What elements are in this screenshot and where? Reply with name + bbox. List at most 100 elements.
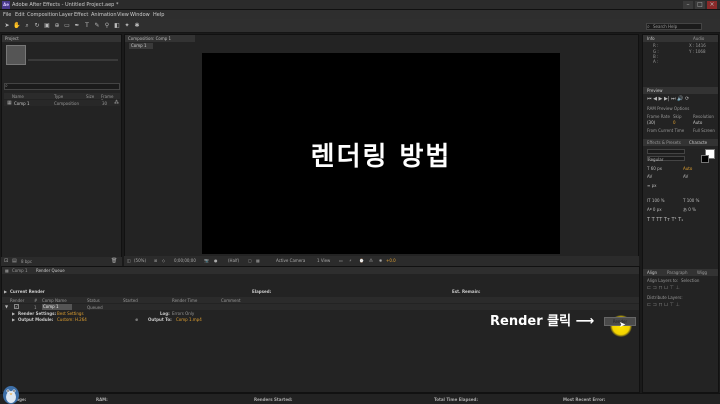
distribute-buttons-icon[interactable]: ⊏ ⊐ ⊓ ⊔ ⊤ ⊥ [647, 302, 680, 308]
column-name[interactable]: Name [12, 94, 24, 99]
timeline-icon[interactable]: ⌚ [359, 258, 364, 263]
queue-item-comp[interactable]: Comp 1 [42, 304, 72, 310]
audio-tab[interactable]: Audio [693, 36, 704, 41]
column-started[interactable]: Started [123, 298, 138, 303]
output-to-value[interactable]: Comp 1.mp4 [176, 317, 202, 322]
wiggler-tab[interactable]: Wigg [697, 270, 707, 275]
column-comment[interactable]: Comment [221, 298, 241, 303]
resolution-select[interactable]: Auto [693, 120, 702, 125]
render-settings-value[interactable]: Best Settings [57, 311, 84, 316]
type-tool-icon[interactable]: T [83, 22, 91, 30]
menu-file[interactable]: File [3, 12, 11, 18]
zoom-select[interactable]: (50%) [134, 258, 146, 263]
tsume-icon[interactable]: あ 0 % [683, 207, 696, 213]
horizontal-scale-icon[interactable]: T 100 % [683, 198, 699, 203]
project-tab[interactable]: Project [2, 35, 121, 42]
add-output-icon[interactable]: ⊕ [135, 317, 138, 322]
playback-controls-icon[interactable]: ⏮ ◀ ▶ ▶| ⏭ 🔊 ⟳ [647, 96, 689, 102]
trash-icon[interactable]: 🗑 [111, 258, 117, 264]
menu-window[interactable]: Window [130, 12, 150, 18]
frame-rate-select[interactable]: (30) [647, 120, 655, 125]
search-help-input[interactable]: Search Help [646, 23, 702, 30]
close-icon[interactable]: × [707, 1, 717, 9]
flowchart-icon[interactable]: ⁂ [369, 258, 373, 263]
expand-triangle-icon[interactable]: ▶ [12, 317, 15, 322]
timecode-field[interactable]: 0;00;00;00 [174, 258, 196, 263]
tracking-icon[interactable]: AV [683, 174, 688, 179]
always-preview-icon[interactable]: ◫ [127, 258, 131, 263]
info-tab[interactable]: Info [647, 36, 655, 41]
align-buttons-icon[interactable]: ⊏ ⊐ ⊓ ⊔ ⊤ ⊥ [647, 285, 680, 291]
composition-viewer[interactable]: 렌더링 방법 [202, 53, 560, 254]
render-checkbox[interactable]: ✓ [14, 304, 19, 309]
column-size[interactable]: Size [86, 94, 94, 99]
align-target-select[interactable]: Selection [681, 278, 699, 283]
font-size-icon[interactable]: T 60 px [647, 166, 662, 171]
project-search-input[interactable] [4, 83, 120, 90]
view-layout-select[interactable]: 1 View [317, 258, 330, 263]
puppet-tool-icon[interactable]: ✱ [133, 22, 141, 30]
expand-triangle-icon[interactable]: ▶ [12, 311, 15, 316]
menu-edit[interactable]: Edit [15, 12, 25, 18]
zoom-tool-icon[interactable]: ⌕ [23, 22, 31, 30]
leading-field[interactable]: Auto [683, 166, 692, 171]
camera-select[interactable]: Active Camera [276, 258, 305, 263]
bpc-indicator[interactable]: 8 bpc [21, 259, 32, 264]
character-tab[interactable]: Characte [689, 140, 707, 145]
rectangle-tool-icon[interactable]: ▭ [63, 22, 71, 30]
column-status[interactable]: Status [87, 298, 100, 303]
kerning-icon[interactable]: AV [647, 174, 652, 179]
pen-tool-icon[interactable]: ✒ [73, 22, 81, 30]
column-comp-name[interactable]: Comp Name [42, 298, 67, 303]
camera-tool-icon[interactable]: ▣ [43, 22, 51, 30]
menu-effect[interactable]: Effect [74, 12, 88, 18]
comp1-timeline-tab[interactable]: Comp 1 [12, 268, 28, 273]
from-current-time-checkbox[interactable]: From Current Time [647, 128, 684, 133]
stroke-width-icon[interactable]: ≡ px [647, 183, 657, 188]
skip-field[interactable]: 0 [673, 120, 676, 125]
composition-tab[interactable]: Composition: Comp 1 [125, 35, 195, 42]
reset-exposure-icon[interactable]: ✺ [379, 258, 382, 263]
column-type[interactable]: Type [54, 94, 63, 99]
full-screen-checkbox[interactable]: Full Screen [693, 128, 715, 133]
ram-preview-options[interactable]: RAM Preview Options [647, 106, 689, 111]
pan-behind-tool-icon[interactable]: ⊕ [53, 22, 61, 30]
expand-triangle-icon[interactable]: ▼ [5, 304, 8, 309]
brush-tool-icon[interactable]: ✎ [93, 22, 101, 30]
exposure-value[interactable]: +0.0 [386, 258, 396, 263]
mask-visibility-icon[interactable]: ◇ [162, 258, 165, 263]
expand-triangle-icon[interactable]: ▶ [4, 289, 7, 294]
menu-view[interactable]: View [117, 12, 129, 18]
fast-preview-icon[interactable]: ⚡ [349, 258, 352, 263]
minimize-icon[interactable]: – [683, 1, 693, 9]
log-select[interactable]: Errors Only [172, 311, 194, 316]
vertical-scale-icon[interactable]: IT 100 % [647, 198, 665, 203]
stamp-tool-icon[interactable]: ⚲ [103, 22, 111, 30]
menu-help[interactable]: Help [153, 12, 164, 18]
roto-brush-tool-icon[interactable]: ✦ [123, 22, 131, 30]
output-module-value[interactable]: Custom: H.264 [57, 317, 87, 322]
show-channel-icon[interactable]: ● [214, 258, 218, 263]
menu-composition[interactable]: Composition [27, 12, 58, 18]
rotate-tool-icon[interactable]: ↻ [33, 22, 41, 30]
baseline-shift-icon[interactable]: Aª 0 px [647, 207, 662, 212]
resolution-select[interactable]: (Half) [228, 258, 239, 263]
paragraph-tab[interactable]: Paragraph [667, 270, 688, 275]
stroke-color-swatch[interactable] [701, 155, 709, 163]
preview-tab[interactable]: Preview [647, 88, 663, 93]
column-render-time[interactable]: Render Time [172, 298, 197, 303]
hand-tool-icon[interactable]: ✋ [13, 22, 21, 30]
transparency-grid-icon[interactable]: ▦ [256, 258, 260, 263]
snapshot-icon[interactable]: 📷 [204, 258, 209, 263]
column-number[interactable]: # [34, 298, 37, 303]
effects-presets-tab[interactable]: Effects & Presets [647, 140, 681, 145]
safe-zones-icon[interactable]: ⊞ [154, 258, 157, 263]
region-of-interest-icon[interactable]: ▢ [248, 258, 252, 263]
column-render[interactable]: Render [10, 298, 24, 303]
menu-animation[interactable]: Animation [91, 12, 117, 18]
comp-subtab[interactable]: Comp 1 [129, 43, 153, 49]
new-folder-icon[interactable]: ▤ [12, 258, 17, 264]
align-tab[interactable]: Align [647, 270, 657, 275]
project-item-row[interactable]: ▦ Comp 1 Composition 30 ⁂ [4, 100, 120, 106]
interpret-footage-icon[interactable]: ⊡ [4, 258, 8, 264]
